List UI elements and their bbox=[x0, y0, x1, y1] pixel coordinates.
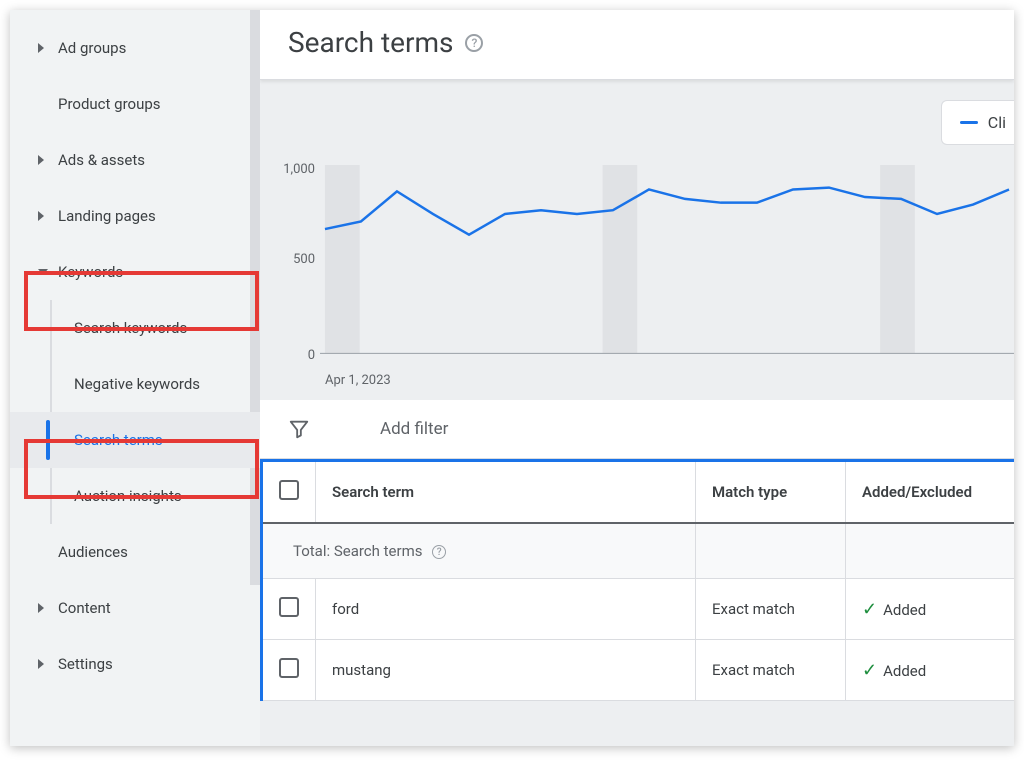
cell-status: ✓Added bbox=[846, 579, 1015, 640]
filter-bar: Add filter bbox=[260, 400, 1014, 459]
sidebar-item-label: Audiences bbox=[58, 543, 128, 561]
table-row[interactable]: mustang Exact match ✓Added bbox=[263, 640, 1014, 701]
y-tick: 0 bbox=[275, 348, 315, 363]
sidebar-item-auction-insights[interactable]: Auction insights bbox=[10, 468, 260, 524]
help-icon[interactable]: ? bbox=[432, 545, 446, 559]
caret-right-icon bbox=[38, 155, 44, 165]
keywords-subgroup: Search keywords Negative keywords Search… bbox=[10, 300, 260, 524]
col-match-type[interactable]: Match type bbox=[696, 462, 846, 523]
sidebar-item-label: Negative keywords bbox=[74, 375, 200, 393]
help-icon[interactable]: ? bbox=[465, 34, 483, 52]
caret-right-icon bbox=[38, 603, 44, 613]
col-added-excluded[interactable]: Added/Excluded bbox=[846, 462, 1015, 523]
main-content: Search terms ? Cli 1,000 500 0 Apr 1, 20… bbox=[260, 10, 1014, 746]
cell-match: Exact match bbox=[696, 579, 846, 640]
sidebar-item-label: Settings bbox=[58, 655, 113, 673]
chart-area: Cli 1,000 500 0 Apr 1, 2023 bbox=[260, 80, 1014, 400]
caret-right-icon bbox=[38, 659, 44, 669]
sidebar-item-product-groups[interactable]: Product groups bbox=[10, 76, 260, 132]
table-row[interactable]: ford Exact match ✓Added bbox=[263, 579, 1014, 640]
caret-right-icon bbox=[38, 43, 44, 53]
check-icon: ✓ bbox=[862, 660, 877, 681]
check-icon: ✓ bbox=[862, 599, 877, 620]
col-search-term[interactable]: Search term bbox=[316, 462, 696, 523]
cell-status: ✓Added bbox=[846, 640, 1015, 701]
sidebar-item-label: Landing pages bbox=[58, 207, 156, 225]
y-tick: 500 bbox=[275, 252, 315, 267]
row-checkbox[interactable] bbox=[279, 658, 299, 678]
filter-icon[interactable] bbox=[288, 418, 310, 440]
sidebar-item-audiences[interactable]: Audiences bbox=[10, 524, 260, 580]
sidebar-item-search-keywords[interactable]: Search keywords bbox=[10, 300, 260, 356]
y-tick: 1,000 bbox=[275, 162, 315, 177]
active-indicator bbox=[46, 420, 50, 460]
legend-label: Cli bbox=[988, 113, 1006, 132]
sidebar-item-search-terms[interactable]: Search terms bbox=[10, 412, 260, 468]
search-terms-table: Search term Match type Added/Excluded To… bbox=[260, 459, 1014, 701]
row-checkbox[interactable] bbox=[279, 597, 299, 617]
sidebar-item-label: Search keywords bbox=[74, 319, 187, 337]
sidebar-item-label: Ads & assets bbox=[58, 151, 145, 169]
table-total-row: Total: Search terms ? bbox=[263, 523, 1014, 579]
cell-term: ford bbox=[316, 579, 696, 640]
select-all-checkbox[interactable] bbox=[279, 480, 299, 500]
page-header: Search terms ? bbox=[260, 10, 1014, 80]
sidebar-item-label: Auction insights bbox=[74, 487, 182, 505]
sidebar-item-negative-keywords[interactable]: Negative keywords bbox=[10, 356, 260, 412]
total-label: Total: Search terms bbox=[293, 542, 423, 560]
sidebar-item-keywords[interactable]: Keywords bbox=[10, 244, 260, 300]
sidebar-item-label: Content bbox=[58, 599, 111, 617]
sidebar-item-ad-groups[interactable]: Ad groups bbox=[10, 20, 260, 76]
page-title: Search terms bbox=[288, 26, 453, 59]
sidebar: Ad groups Product groups Ads & assets La… bbox=[10, 10, 260, 746]
sidebar-item-label: Keywords bbox=[58, 263, 123, 281]
sidebar-item-label: Product groups bbox=[58, 95, 161, 113]
x-tick: Apr 1, 2023 bbox=[325, 373, 391, 388]
sidebar-item-label: Ad groups bbox=[58, 39, 126, 57]
sidebar-item-ads-assets[interactable]: Ads & assets bbox=[10, 132, 260, 188]
legend-clicks-button[interactable]: Cli bbox=[941, 100, 1014, 145]
caret-down-icon bbox=[38, 269, 48, 275]
cell-term: mustang bbox=[316, 640, 696, 701]
sidebar-item-settings[interactable]: Settings bbox=[10, 636, 260, 692]
cell-match: Exact match bbox=[696, 640, 846, 701]
table-header-row: Search term Match type Added/Excluded bbox=[263, 462, 1014, 523]
sidebar-item-label: Search terms bbox=[74, 431, 163, 449]
sidebar-item-content[interactable]: Content bbox=[10, 580, 260, 636]
sidebar-item-landing-pages[interactable]: Landing pages bbox=[10, 188, 260, 244]
legend-line-icon bbox=[960, 121, 978, 124]
add-filter-button[interactable]: Add filter bbox=[380, 419, 448, 439]
line-chart bbox=[320, 165, 1014, 363]
caret-right-icon bbox=[38, 211, 44, 221]
